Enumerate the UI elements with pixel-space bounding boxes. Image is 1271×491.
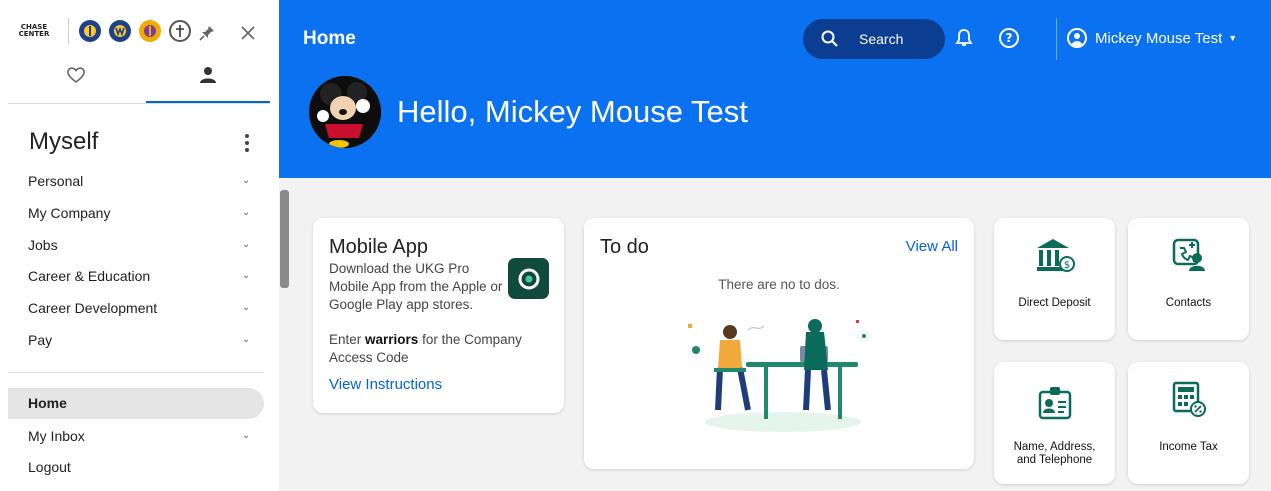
santa-cruz-warriors-logo	[109, 20, 131, 42]
view-all-link[interactable]: View All	[906, 238, 958, 255]
sidebar-item-career-development[interactable]: Career Development ⌄	[0, 292, 279, 324]
sidebar-scrollbar[interactable]	[280, 190, 289, 288]
todo-title: To do	[600, 236, 649, 258]
sidebar-item-my-inbox[interactable]: My Inbox ⌄	[0, 421, 279, 451]
view-instructions-link[interactable]: View Instructions	[329, 376, 442, 393]
chase-center-logo: CHASE CENTER	[12, 24, 56, 38]
tile-label: Direct Deposit	[1018, 297, 1091, 309]
search-icon	[821, 30, 838, 47]
ukg-app-icon	[508, 258, 549, 299]
chevron-down-icon: ⌄	[242, 175, 251, 186]
access-code-prefix: Enter	[329, 332, 366, 347]
tile-label: Contacts	[1165, 297, 1212, 309]
bell-icon[interactable]	[955, 28, 973, 52]
page-title: Home	[303, 28, 356, 49]
sidebar-item-jobs[interactable]: Jobs ⌄	[0, 229, 279, 261]
sidebar-item-label: My Company	[28, 204, 111, 221]
person-icon	[200, 67, 216, 83]
direct-deposit-tile[interactable]: $ Direct Deposit	[994, 218, 1115, 340]
heart-icon	[67, 67, 85, 84]
tile-label-line2: and Telephone	[1016, 454, 1093, 466]
avatar	[309, 76, 381, 148]
tile-label-line1: Name, Address,	[1013, 441, 1096, 453]
sidebar: CHASE CENTER Myself Personal ⌄ My Compan…	[0, 0, 279, 491]
chase-logo-line2: CENTER	[18, 30, 50, 38]
search-button[interactable]: Search	[803, 19, 945, 59]
income-tax-tile[interactable]: Income Tax	[1128, 362, 1249, 484]
page-header: Home Search ? Mickey Mouse Test ▼ Hello,…	[279, 0, 1271, 178]
sidebar-menu: Personal ⌄ My Company ⌄ Jobs ⌄ Career & Edu…	[0, 165, 279, 356]
chevron-down-icon: ⌄	[242, 238, 251, 250]
sidebar-item-label: Personal	[28, 173, 84, 189]
help-icon[interactable]: ?	[999, 28, 1019, 48]
meeting-illustration	[688, 319, 866, 432]
sidebar-section-title: Myself	[29, 128, 99, 155]
sidebar-item-logout[interactable]: Logout	[0, 452, 279, 482]
sidebar-item-label: Jobs	[28, 236, 58, 253]
logo-divider	[68, 18, 69, 44]
user-circle-icon	[1067, 28, 1087, 48]
tile-label: Income Tax	[1159, 441, 1218, 453]
mobile-app-card: Mobile App Download the UKG Pro Mobile A…	[313, 218, 564, 413]
tabs-divider	[8, 103, 270, 104]
contacts-tile[interactable]: Contacts	[1128, 218, 1249, 340]
user-name: Mickey Mouse Test	[1095, 29, 1223, 47]
id-badge-icon	[1038, 387, 1071, 420]
name-address-telephone-tile[interactable]: Name, Address, and Telephone	[994, 362, 1115, 484]
search-label: Search	[859, 31, 904, 47]
sidebar-item-my-company[interactable]: My Company ⌄	[0, 197, 279, 229]
sidebar-item-pay[interactable]: Pay ⌄	[0, 324, 279, 356]
svg-text:$: $	[1063, 260, 1069, 271]
greeting: Hello, Mickey Mouse Test	[397, 94, 748, 129]
pin-icon[interactable]	[198, 24, 216, 47]
sidebar-item-label: Career & Education	[28, 268, 151, 285]
valkyries-logo	[139, 20, 161, 42]
sidebar-item-personal[interactable]: Personal ⌄	[0, 165, 279, 197]
tab-favorites[interactable]	[14, 66, 138, 104]
sidebar-item-career-education[interactable]: Career & Education ⌄	[0, 260, 279, 292]
user-menu[interactable]: Mickey Mouse Test ▼	[1067, 28, 1237, 48]
calculator-icon	[1172, 381, 1206, 417]
sidebar-item-label: Pay	[28, 331, 53, 348]
sidebar-item-label: My Inbox	[28, 428, 85, 444]
menu-divider	[8, 372, 264, 373]
chevron-down-icon: ⌄	[242, 430, 251, 441]
sidebar-tabs	[0, 66, 279, 104]
tab-myself[interactable]	[146, 66, 270, 104]
header-divider	[1056, 18, 1057, 60]
contacts-icon	[1172, 238, 1205, 271]
todo-card: To do View All There are no to dos.	[584, 218, 974, 469]
more-options-icon[interactable]	[242, 134, 252, 155]
team-logos: CHASE CENTER	[12, 18, 199, 44]
caret-down-icon: ▼	[1228, 33, 1238, 43]
todo-empty-message: There are no to dos.	[718, 277, 840, 292]
bank-icon: $	[1036, 239, 1075, 272]
chevron-down-icon: ⌄	[242, 270, 251, 282]
mobile-app-description: Download the UKG Pro Mobile App from the…	[329, 261, 503, 312]
sidebar-item-label: Career Development	[28, 300, 158, 317]
company-access-code-text: Enter warriors for the Company Access Co…	[329, 331, 544, 367]
close-icon[interactable]	[240, 22, 256, 46]
mobile-app-title: Mobile App	[329, 236, 428, 258]
access-code-value: warriors	[365, 332, 419, 347]
chevron-down-icon: ⌄	[242, 302, 251, 314]
warriors-logo	[79, 20, 101, 42]
sidebar-item-home[interactable]: Home	[8, 388, 264, 419]
chevron-down-icon: ⌄	[242, 333, 251, 345]
gg-logo	[169, 20, 191, 42]
chevron-down-icon: ⌄	[242, 206, 251, 218]
